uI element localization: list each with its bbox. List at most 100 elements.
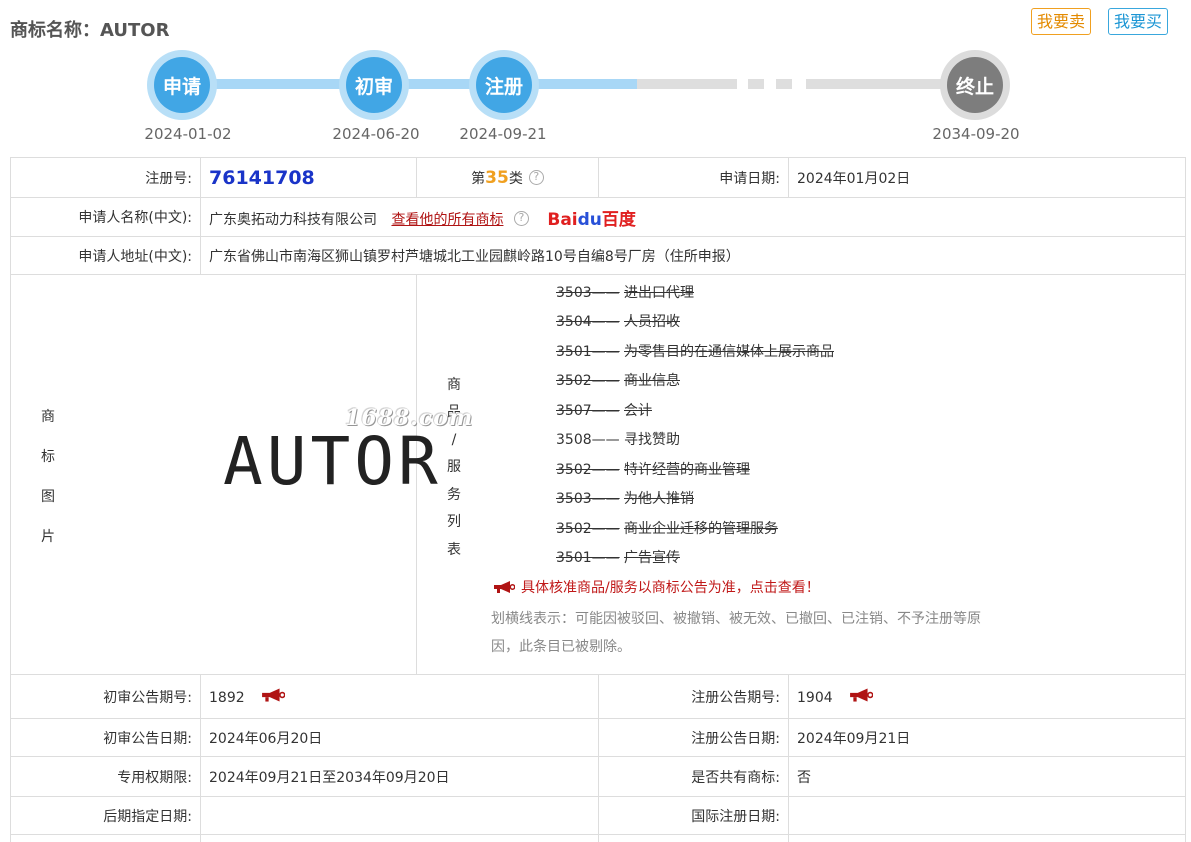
service-code: 3503——	[556, 491, 620, 507]
sell-button[interactable]: 我要卖	[1031, 8, 1092, 35]
megaphone-icon	[494, 580, 515, 593]
prelim-issue-value: 1892	[209, 690, 245, 706]
table-row: 后期指定日期: 国际注册日期:	[10, 796, 1186, 835]
label-char: 列	[447, 514, 461, 530]
timeline-remaining-bar	[637, 79, 737, 89]
service-code: 3502——	[556, 461, 620, 478]
service-code: 3508——	[556, 432, 620, 448]
trademark-info-table: 注册号: 76141708 第35类? 申请日期: 2024年01月02日 申请…	[10, 157, 1186, 842]
applicant-value: 广东奥拓动力科技有限公司	[209, 211, 377, 228]
service-code: 3507——	[556, 402, 620, 419]
buy-button[interactable]: 我要买	[1108, 8, 1169, 35]
list-item: 3508—— 寻找赞助	[556, 426, 834, 456]
list-item: 3502—— 商业信息	[556, 367, 834, 397]
timeline-node-label: 初审	[346, 57, 402, 113]
prelim-issue-label: 初审公告期号:	[10, 674, 201, 719]
timeline-node-label: 申请	[154, 57, 210, 113]
label-char: 表	[447, 541, 461, 558]
reg-date-label: 注册公告日期:	[598, 718, 789, 757]
table-row: 专用权期限: 2024年09月21日至2034年09月20日 是否共有商标: 否	[10, 756, 1186, 797]
timeline-node-register: 注册	[469, 50, 539, 120]
services-label: 商 品 / 服 务 列 表	[447, 372, 461, 565]
label-char: 图	[41, 488, 55, 505]
label-char: 务	[447, 486, 461, 503]
help-icon[interactable]: ?	[528, 169, 544, 185]
service-name: 商业信息	[624, 373, 680, 389]
prelim-date-value: 2024年06月20日	[200, 718, 599, 757]
services-list: 3503—— 进出口代理 3504—— 人员招收 3501—— 为零售目的在通信媒体上…	[556, 279, 834, 574]
shared-mark-value: 否	[788, 756, 1186, 797]
apply-date-value: 2024年01月02日	[788, 157, 1186, 198]
timeline-node-label: 注册	[476, 57, 532, 113]
apply-date-label: 申请日期:	[598, 157, 789, 198]
mark-image-cell: 商 标 图 片 AUTOR	[10, 274, 438, 675]
label-char: 商	[41, 408, 55, 425]
list-item: 3501—— 为零售目的在通信媒体上展示商品	[556, 338, 834, 368]
baidu-logo-text: du	[577, 209, 602, 230]
reg-issue-label: 注册公告期号:	[598, 674, 789, 719]
timeline-date: 2024-06-20	[332, 125, 420, 143]
list-item: 3507—— 会计	[556, 397, 834, 427]
watermark: 1688.com	[345, 404, 474, 431]
timeline-date: 2024-09-21	[459, 125, 547, 143]
table-row: 初审公告日期: 2024年06月20日 注册公告日期: 2024年09月21日	[10, 718, 1186, 757]
timeline-dash	[748, 79, 764, 89]
service-code: 3501——	[556, 550, 620, 566]
service-code: 3504——	[556, 314, 620, 330]
reg-issue-value: 1904	[797, 690, 833, 706]
timeline-date: 2024-01-02	[144, 125, 232, 143]
list-item: 3502—— 商业企业迁移的管理服务	[556, 515, 834, 545]
class-suffix: 类	[508, 170, 523, 187]
baidu-logo-text: Bai	[547, 209, 578, 230]
exclusive-term-label: 专用权期限:	[10, 756, 201, 797]
list-item: 3502—— 特许经营的商业管理	[556, 456, 834, 486]
service-name: 为他人推销	[624, 491, 694, 507]
service-name: 寻找赞助	[624, 432, 680, 448]
table-row: 初审公告期号: 1892 注册公告期号: 1904	[10, 674, 1186, 719]
service-name: 进出口代理	[624, 284, 694, 301]
service-name: 特许经营的商业管理	[624, 461, 750, 478]
class-prefix: 第	[471, 170, 486, 187]
services-cell: 商 品 / 服 务 列 表 3503—— 进出口代理 3504—— 人员招收 350…	[345, 274, 1186, 675]
timeline-node-apply: 申请	[147, 50, 217, 120]
baidu-search-icon[interactable]: Baidu百度	[547, 205, 636, 230]
timeline-dash	[806, 79, 820, 89]
address-value: 广东省佛山市南海区狮山镇罗村芦塘城北工业园麒岭路10号自编8号厂房（住所申报）	[200, 236, 1186, 275]
megaphone-icon[interactable]	[849, 687, 873, 703]
later-date-label: 后期指定日期:	[10, 796, 201, 835]
timeline-progress-bar	[182, 79, 637, 89]
applicant-label: 申请人名称(中文):	[10, 197, 201, 237]
timeline-dash	[776, 79, 792, 89]
table-row: 申请人名称(中文): 广东奥拓动力科技有限公司 查看他的所有商标 ? Baidu…	[10, 197, 1186, 237]
all-marks-link[interactable]: 查看他的所有商标	[391, 212, 503, 228]
shared-mark-label: 是否共有商标:	[598, 756, 789, 797]
strike-note: 划横线表示：可能因被驳回、被撤销、被无效、已撤回、已注销、不予注册等原因，此条目…	[491, 610, 981, 655]
reg-no-value: 76141708	[209, 166, 315, 189]
approved-services-notice-link[interactable]: 具体核准商品/服务以商标公告为准，点击查看！	[493, 577, 820, 597]
list-item: 3504—— 人员招收	[556, 308, 834, 338]
service-name: 为零售目的在通信媒体上展示商品	[624, 343, 834, 360]
table-row: 申请人地址(中文): 广东省佛山市南海区狮山镇罗村芦塘城北工业园麒岭路10号自编…	[10, 236, 1186, 275]
list-item: 3503—— 进出口代理	[556, 279, 834, 309]
page-title: 商标名称：AUTOR	[10, 20, 170, 41]
service-code: 3502——	[556, 373, 620, 389]
class-number: 35	[485, 167, 509, 188]
trademark-image: AUTOR	[223, 422, 442, 500]
service-code: 3503——	[556, 284, 620, 301]
service-name: 人员招收	[624, 314, 680, 330]
class-cell: 第35类?	[416, 157, 599, 198]
list-item: 3503—— 为他人推销	[556, 485, 834, 515]
label-char: 商	[447, 376, 461, 393]
table-row: 商 标 图 片 AUTOR 商 品 / 服 务 列 表 3503—— 进出口代理…	[10, 274, 1186, 675]
timeline-date: 2034-09-20	[932, 125, 1020, 143]
help-icon[interactable]: ?	[513, 210, 529, 226]
megaphone-icon[interactable]	[261, 687, 285, 703]
service-name: 商业企业迁移的管理服务	[624, 520, 778, 537]
label-char: 标	[41, 448, 55, 465]
table-row	[10, 834, 1186, 842]
baidu-logo-text: 百度	[601, 209, 636, 230]
timeline-node-label: 终止	[947, 57, 1003, 113]
label-char: 片	[41, 528, 55, 545]
reg-date-value: 2024年09月21日	[788, 718, 1186, 757]
timeline-node-prelim: 初审	[339, 50, 409, 120]
